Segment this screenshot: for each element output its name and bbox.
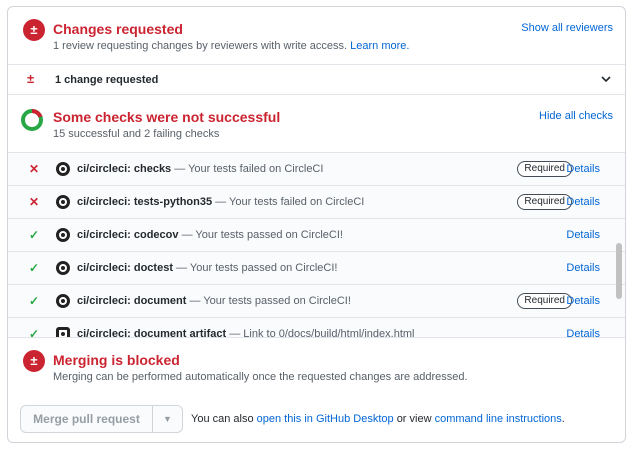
merge-pull-request-button[interactable]: Merge pull request [21, 406, 152, 432]
check-text: ci/circleci: doctest — Your tests passed… [77, 262, 337, 274]
merge-blocked-title: Merging is blocked [53, 352, 180, 368]
check-desc: — Your tests passed on CircleCI! [176, 262, 338, 274]
checks-list[interactable]: ✕ ci/circleci: checks — Your tests faile… [8, 153, 625, 338]
change-requested-label: 1 change requested [55, 74, 159, 86]
check-text: ci/circleci: document artifact — Link to… [77, 328, 415, 338]
details-link[interactable]: Details [566, 262, 600, 274]
merge-note-middle: or view [396, 413, 432, 425]
check-row: ✓ ci/circleci: document — Your tests pas… [8, 285, 625, 318]
artifact-icon [56, 327, 70, 337]
check-row: ✕ ci/circleci: tests-python35 — Your tes… [8, 186, 625, 219]
learn-more-link[interactable]: Learn more. [350, 40, 409, 52]
check-text: ci/circleci: tests-python35 — Your tests… [77, 196, 364, 208]
check-text: ci/circleci: codecov — Your tests passed… [77, 229, 343, 241]
check-name: ci/circleci: checks [77, 163, 172, 175]
checks-subtitle: 15 successful and 2 failing checks [53, 128, 220, 140]
chevron-down-icon[interactable] [601, 76, 611, 83]
change-requested-row[interactable]: ± 1 change requested [8, 65, 625, 95]
plus-minus-small-icon: ± [27, 71, 35, 86]
merge-note-prefix: You can also [191, 413, 254, 425]
merge-options-dropdown[interactable]: ▼ [152, 406, 182, 432]
check-desc: — Link to 0/docs/build/html/index.html [229, 328, 415, 338]
changes-requested-title: Changes requested [53, 21, 183, 37]
x-icon: ✕ [28, 195, 40, 209]
check-row: ✕ ci/circleci: checks — Your tests faile… [8, 153, 625, 186]
required-badge: Required [517, 161, 572, 177]
checks-summary-section: Some checks were not successful 15 succe… [8, 95, 625, 153]
required-badge: Required [517, 293, 572, 309]
checks-scrollbar[interactable] [616, 243, 622, 299]
check-text: ci/circleci: checks — Your tests failed … [77, 163, 323, 175]
check-name: ci/circleci: doctest [77, 262, 173, 274]
details-link[interactable]: Details [566, 295, 600, 307]
merge-blocked-subtitle: Merging can be performed automatically o… [53, 371, 468, 383]
changes-requested-text: 1 review requesting changes by reviewers… [53, 40, 348, 52]
merge-note-suffix: . [561, 413, 565, 425]
check-desc: — Your tests failed on CircleCI [174, 163, 324, 175]
check-name: ci/circleci: tests-python35 [77, 196, 213, 208]
checks-ring-icon [21, 108, 43, 131]
details-link[interactable]: Details [566, 229, 600, 241]
changes-requested-section: ± Changes requested 1 review requesting … [8, 7, 625, 65]
check-row: ✓ ci/circleci: doctest — Your tests pass… [8, 252, 625, 285]
circleci-icon [56, 228, 70, 242]
check-name: ci/circleci: codecov [77, 229, 179, 241]
check-icon: ✓ [28, 261, 40, 275]
check-name: ci/circleci: document [77, 295, 187, 307]
checks-title: Some checks were not successful [53, 109, 281, 125]
check-row: ✓ ci/circleci: document artifact — Link … [8, 318, 625, 338]
check-text: ci/circleci: document — Your tests passe… [77, 295, 351, 307]
merge-status-panel: ± Changes requested 1 review requesting … [7, 6, 626, 443]
open-in-desktop-link[interactable]: open this in GitHub Desktop [257, 413, 394, 425]
show-all-reviewers-link[interactable]: Show all reviewers [521, 22, 613, 34]
caret-down-icon: ▼ [163, 414, 172, 424]
check-name: ci/circleci: document artifact [77, 328, 227, 338]
details-link[interactable]: Details [566, 196, 600, 208]
check-row: ✓ ci/circleci: codecov — Your tests pass… [8, 219, 625, 252]
check-desc: — Your tests passed on CircleCI! [181, 229, 343, 241]
circleci-icon [56, 261, 70, 275]
circleci-icon [56, 162, 70, 176]
circleci-icon [56, 195, 70, 209]
plus-minus-icon: ± [23, 19, 45, 41]
changes-requested-subtitle: 1 review requesting changes by reviewers… [53, 40, 409, 52]
plus-minus-icon: ± [23, 350, 45, 372]
details-link[interactable]: Details [566, 163, 600, 175]
x-icon: ✕ [28, 162, 40, 176]
check-desc: — Your tests passed on CircleCI! [189, 295, 351, 307]
required-badge: Required [517, 194, 572, 210]
merge-note: You can also open this in GitHub Desktop… [191, 413, 565, 425]
merge-blocked-section: ± Merging is blocked Merging can be perf… [8, 338, 625, 390]
check-icon: ✓ [28, 228, 40, 242]
hide-all-checks-link[interactable]: Hide all checks [539, 110, 613, 122]
merge-button-group: Merge pull request ▼ [20, 405, 183, 433]
check-icon: ✓ [28, 294, 40, 308]
check-icon: ✓ [28, 327, 40, 338]
circleci-icon [56, 294, 70, 308]
details-link[interactable]: Details [566, 328, 600, 337]
check-desc: — Your tests failed on CircleCI [215, 196, 365, 208]
command-line-instructions-link[interactable]: command line instructions [435, 413, 562, 425]
